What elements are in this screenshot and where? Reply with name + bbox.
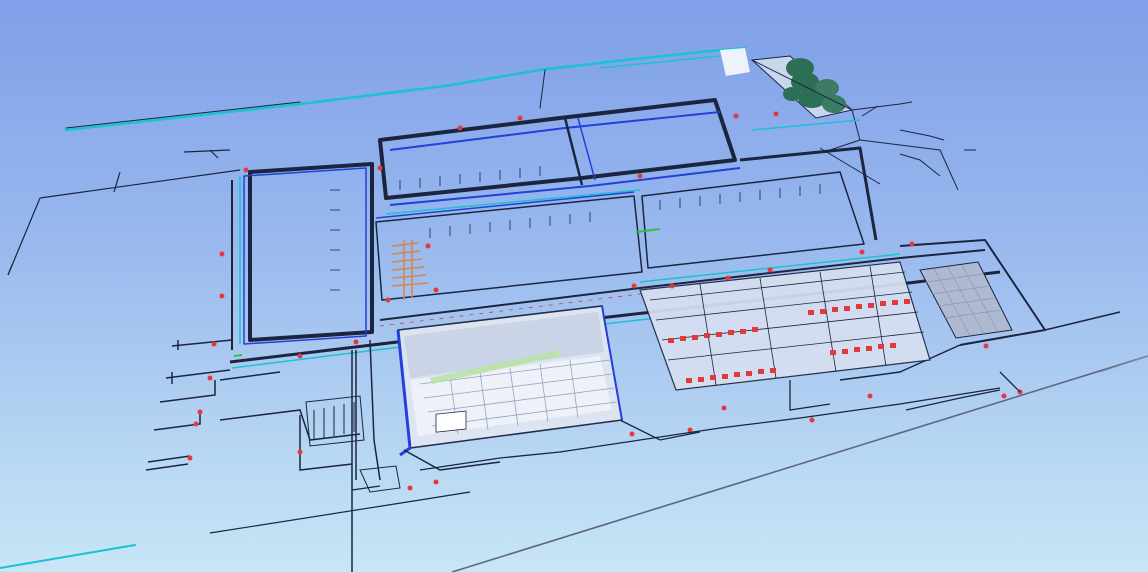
storage-tank-icon xyxy=(783,58,846,113)
site-outline-left xyxy=(7,149,241,276)
process-building-west xyxy=(396,305,623,471)
left-branch-pipes xyxy=(145,339,381,572)
pipe-network-3d-model[interactable] xyxy=(0,0,1148,572)
tank-farm xyxy=(720,48,861,151)
pump-station xyxy=(305,395,401,493)
pipe-rack-icon xyxy=(391,240,429,300)
process-building-central xyxy=(639,261,931,391)
3d-model-viewport[interactable] xyxy=(0,0,1148,572)
